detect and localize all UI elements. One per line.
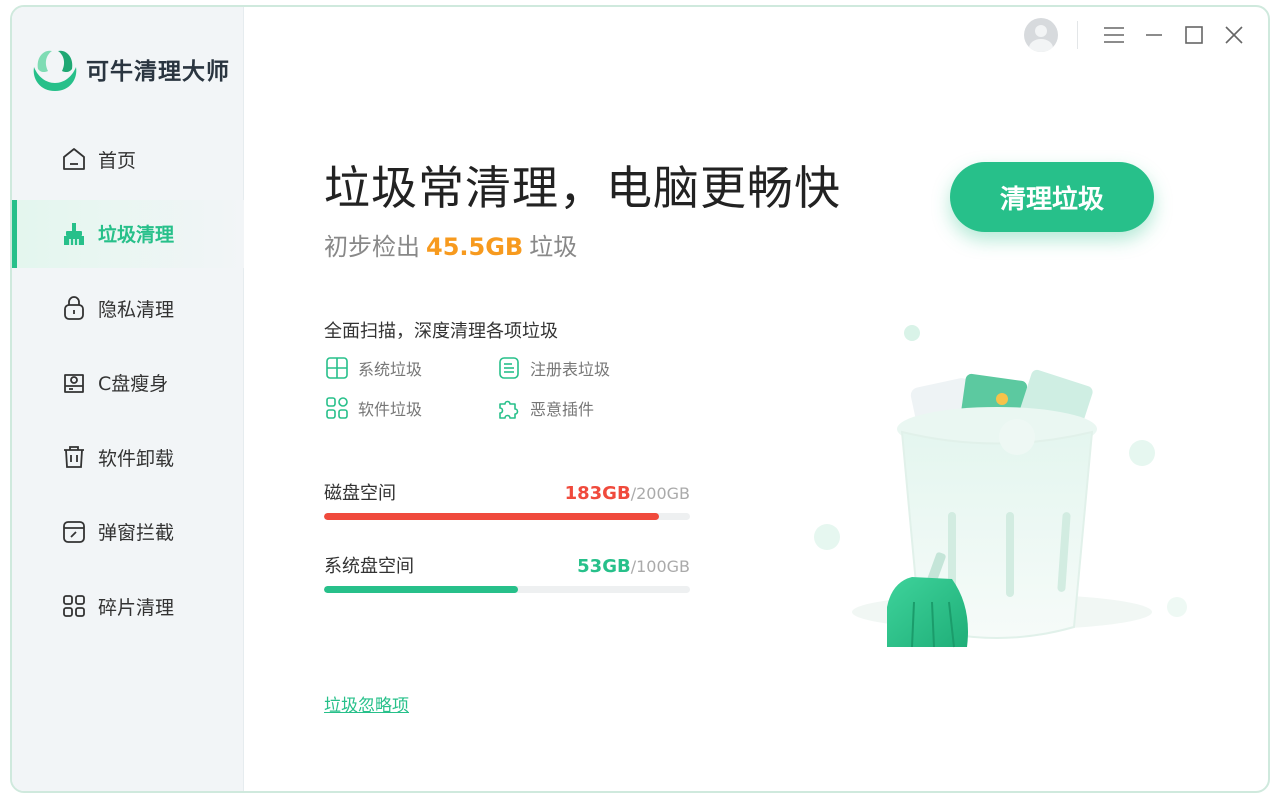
sidebar-item-label: 首页 xyxy=(98,149,137,172)
lock-icon xyxy=(60,294,88,322)
category-label: 恶意插件 xyxy=(530,400,595,419)
junk-amount: 45.5GB xyxy=(426,233,524,261)
system-disk-used: 53GB xyxy=(577,556,631,577)
category-label: 系统垃圾 xyxy=(358,360,423,379)
menu-icon xyxy=(1104,27,1124,43)
home-icon xyxy=(60,145,88,173)
system-disk-meter: 系统盘空间 53GB/100GB xyxy=(324,552,690,593)
system-disk-progress-track xyxy=(324,586,690,593)
disk-progress-track xyxy=(324,513,690,520)
sidebar-item-label: 隐私清理 xyxy=(98,298,175,321)
maximize-button[interactable] xyxy=(1174,15,1214,55)
category-label: 软件垃圾 xyxy=(358,400,423,419)
minimize-button[interactable] xyxy=(1134,15,1174,55)
disk-total: /200GB xyxy=(630,484,690,503)
app-window: 可牛清理大师 首页 垃圾清理 隐私清理 C盘瘦身 软件卸载 弹窗拦截 碎片清理 … xyxy=(10,5,1270,793)
sidebar-item-label: 软件卸载 xyxy=(98,447,175,470)
system-disk-value: 53GB/100GB xyxy=(577,556,690,577)
maximize-icon xyxy=(1185,26,1203,44)
apps-icon xyxy=(324,395,350,421)
disk-progress-fill xyxy=(324,513,659,520)
page-title: 垃圾常清理，电脑更畅快 xyxy=(324,161,841,215)
category-label: 注册表垃圾 xyxy=(530,360,611,379)
close-icon xyxy=(1225,26,1243,44)
junk-summary: 初步检出 45.5GB 垃圾 xyxy=(324,227,577,262)
category-software-junk: 软件垃圾 xyxy=(324,395,422,421)
sidebar-item-popup-block[interactable]: 弹窗拦截 xyxy=(12,498,244,566)
disk-used: 183GB xyxy=(564,483,631,504)
broom-icon xyxy=(60,220,88,248)
clean-junk-button[interactable]: 清理垃圾 xyxy=(950,162,1154,232)
user-avatar[interactable] xyxy=(1021,15,1061,55)
trash-can-illustration xyxy=(814,325,1187,648)
disk-space-value: 183GB/200GB xyxy=(565,483,690,504)
summary-prefix: 初步检出 xyxy=(324,233,420,261)
system-disk-total: /100GB xyxy=(630,557,690,576)
category-registry-junk: 注册表垃圾 xyxy=(496,355,610,381)
close-button[interactable] xyxy=(1214,15,1254,55)
minimize-icon xyxy=(1146,34,1162,36)
disk-space-meter: 磁盘空间 183GB/200GB xyxy=(324,479,690,520)
sidebar-item-c-drive-slim[interactable]: C盘瘦身 xyxy=(12,349,244,417)
scan-heading: 全面扫描，深度清理各项垃圾 xyxy=(324,321,558,342)
sidebar: 可牛清理大师 首页 垃圾清理 隐私清理 C盘瘦身 软件卸载 弹窗拦截 碎片清理 xyxy=(12,7,244,791)
category-system-junk: 系统垃圾 xyxy=(324,355,422,381)
sidebar-item-junk-clean[interactable]: 垃圾清理 xyxy=(12,199,244,268)
sidebar-item-label: C盘瘦身 xyxy=(98,373,169,395)
sidebar-item-label: 碎片清理 xyxy=(98,596,175,619)
grid-icon xyxy=(60,592,88,620)
sidebar-item-defrag[interactable]: 碎片清理 xyxy=(12,572,244,640)
sidebar-item-privacy-clean[interactable]: 隐私清理 xyxy=(12,274,244,342)
disk-icon xyxy=(60,369,88,397)
avatar-icon xyxy=(1024,18,1058,52)
trash-icon xyxy=(60,443,88,471)
app-name: 可牛清理大师 xyxy=(86,59,230,85)
document-icon xyxy=(496,355,522,381)
category-malicious-plugins: 恶意插件 xyxy=(496,395,594,421)
divider xyxy=(1077,21,1078,49)
system-disk-progress-fill xyxy=(324,586,518,593)
sidebar-item-label: 弹窗拦截 xyxy=(98,522,175,544)
puzzle-icon xyxy=(496,395,522,421)
summary-suffix: 垃圾 xyxy=(529,233,578,261)
sidebar-item-home[interactable]: 首页 xyxy=(12,125,244,193)
menu-button[interactable] xyxy=(1094,15,1134,55)
sidebar-nav: 首页 垃圾清理 隐私清理 C盘瘦身 软件卸载 弹窗拦截 碎片清理 xyxy=(12,125,244,647)
app-logo: 可牛清理大师 xyxy=(30,45,230,93)
windows-icon xyxy=(324,355,350,381)
popup-icon xyxy=(60,518,88,546)
logo-icon xyxy=(33,50,77,91)
sidebar-item-label: 垃圾清理 xyxy=(98,224,175,246)
window-controls xyxy=(1021,15,1254,55)
junk-ignore-link[interactable]: 垃圾忽略项 xyxy=(324,691,409,716)
sidebar-item-uninstall[interactable]: 软件卸载 xyxy=(12,423,244,491)
category-list: 系统垃圾 注册表垃圾 软件垃圾 恶意插件 xyxy=(324,355,644,435)
